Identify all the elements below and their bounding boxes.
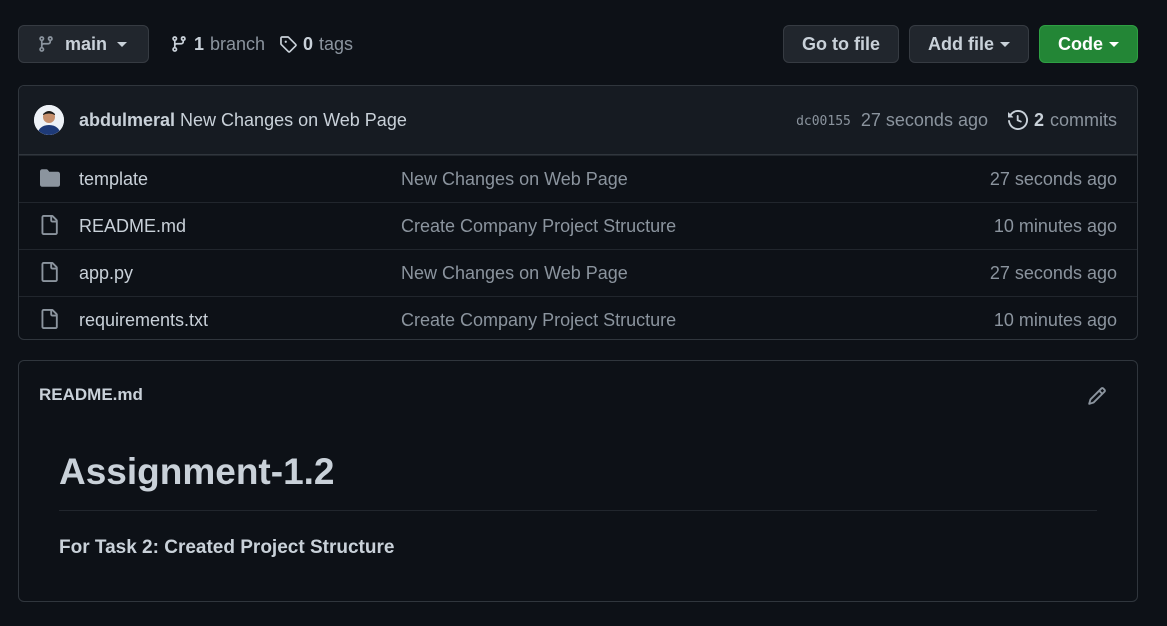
tag-label: tags [319, 33, 354, 54]
repo-toolbar: main 1 branch 0 tags Go to file Add file… [18, 25, 1138, 65]
file-icon [41, 262, 58, 282]
file-list-box: abdulmeral New Changes on Web Page dc001… [18, 85, 1138, 340]
branches-link[interactable]: 1 branch [170, 25, 265, 63]
file-name[interactable]: README.md [79, 216, 186, 237]
file-commit-message[interactable]: Create Company Project Structure [401, 310, 676, 331]
add-file-button[interactable]: Add file [909, 25, 1029, 63]
file-row[interactable]: app.py New Changes on Web Page 27 second… [19, 249, 1137, 296]
tag-count: 0 [303, 33, 314, 54]
git-branch-icon [39, 36, 53, 52]
file-age: 27 seconds ago [989, 262, 1117, 283]
go-to-file-button[interactable]: Go to file [783, 25, 899, 63]
commit-message[interactable]: New Changes on Web Page [180, 110, 407, 131]
tag-icon [280, 36, 297, 53]
commit-meta: dc00155 27 seconds ago 2 commits [796, 86, 1117, 154]
commit-age[interactable]: 27 seconds ago [861, 110, 988, 131]
history-icon [1007, 110, 1028, 130]
add-file-label: Add file [928, 33, 994, 54]
code-button[interactable]: Code [1039, 25, 1138, 63]
commits-link[interactable]: 2 commits [1007, 109, 1117, 131]
readme-paragraph: For Task 2: Created Project Structure [59, 537, 395, 558]
avatar[interactable] [34, 105, 64, 135]
chevron-down-icon [1109, 41, 1119, 47]
file-name[interactable]: requirements.txt [79, 310, 208, 331]
file-age: 27 seconds ago [989, 168, 1117, 189]
commit-count: 2 [1033, 109, 1044, 130]
commit-label: commits [1050, 109, 1117, 130]
commit-summary: abdulmeral New Changes on Web Page [79, 86, 407, 154]
file-row[interactable]: template New Changes on Web Page 27 seco… [19, 155, 1137, 202]
pencil-icon[interactable] [1087, 386, 1107, 406]
folder-icon [40, 169, 60, 187]
file-row[interactable]: requirements.txt Create Company Project … [19, 296, 1137, 339]
readme-title[interactable]: README.md [39, 385, 143, 405]
file-icon [41, 215, 58, 235]
file-commit-message[interactable]: New Changes on Web Page [401, 263, 628, 284]
branch-label: branch [210, 33, 266, 54]
readme-divider [59, 510, 1097, 511]
file-row[interactable]: README.md Create Company Project Structu… [19, 202, 1137, 249]
branch-name: main [65, 33, 108, 54]
commit-author[interactable]: abdulmeral [79, 110, 175, 131]
file-name[interactable]: app.py [79, 263, 133, 284]
latest-commit-header: abdulmeral New Changes on Web Page dc001… [19, 86, 1137, 155]
file-commit-message[interactable]: New Changes on Web Page [401, 169, 628, 190]
file-icon [41, 309, 58, 329]
git-branch-icon [172, 36, 186, 52]
file-name[interactable]: template [79, 169, 148, 190]
code-label: Code [1058, 33, 1103, 54]
readme-heading: Assignment-1.2 [59, 451, 335, 492]
file-age: 10 minutes ago [993, 309, 1117, 330]
chevron-down-icon [1000, 41, 1010, 47]
commit-sha[interactable]: dc00155 [796, 114, 851, 129]
branch-count: 1 [194, 33, 205, 54]
user-avatar-icon [34, 105, 64, 135]
tags-link[interactable]: 0 tags [279, 25, 353, 63]
chevron-down-icon [117, 41, 128, 47]
file-commit-message[interactable]: Create Company Project Structure [401, 216, 676, 237]
branch-select-button[interactable]: main [18, 25, 149, 63]
file-age: 10 minutes ago [993, 215, 1117, 236]
readme-box: README.md Assignment-1.2 For Task 2: Cre… [18, 360, 1138, 602]
